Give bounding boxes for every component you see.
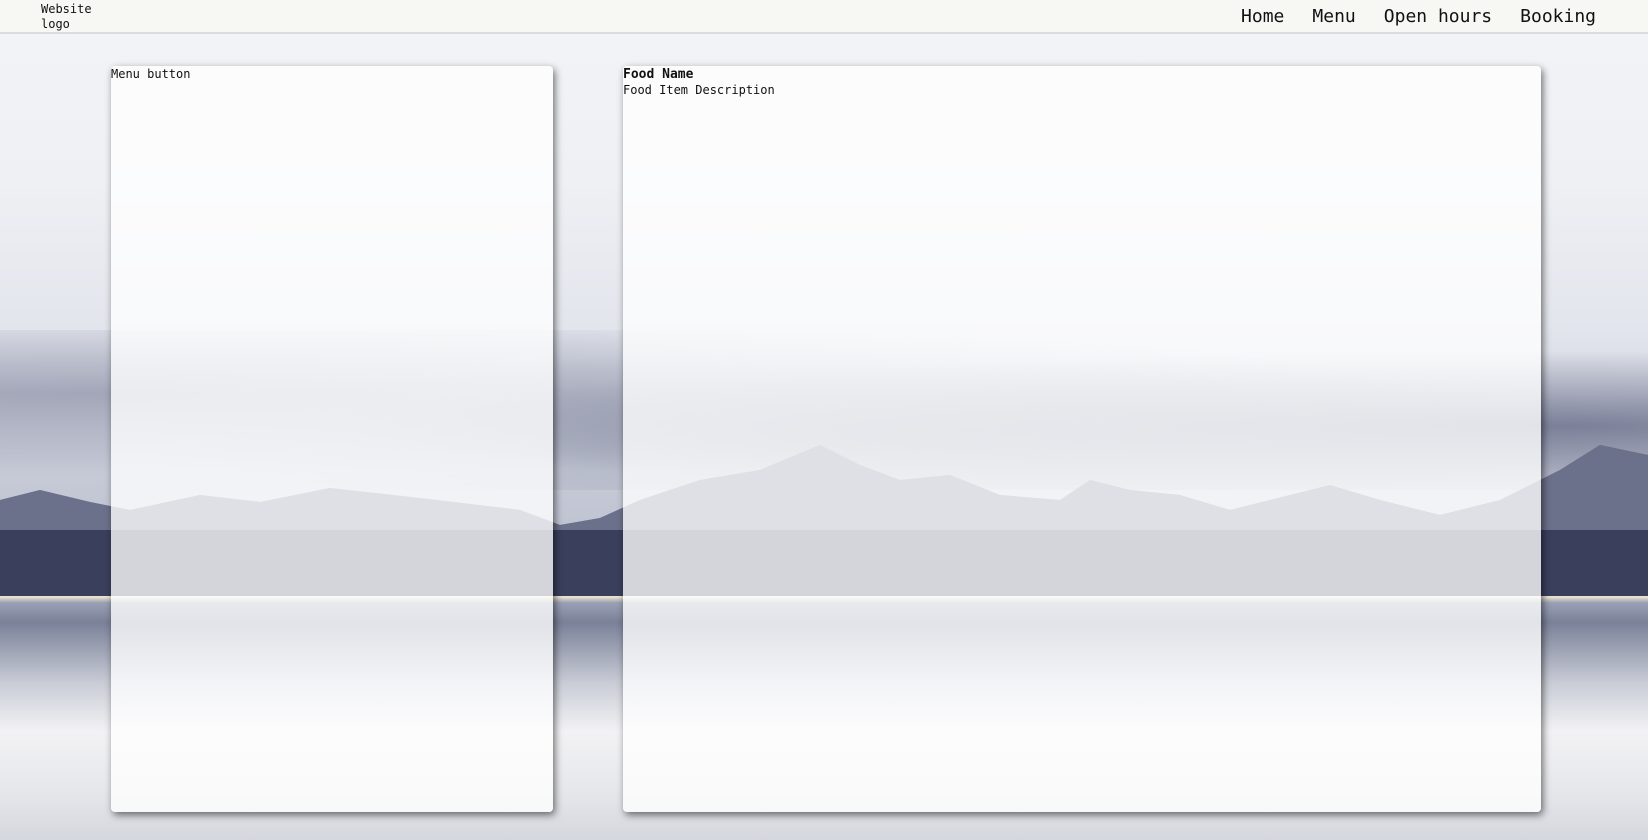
menu-button[interactable]: Menu button xyxy=(111,66,190,82)
nav-open-hours-link[interactable]: Open hours xyxy=(1384,6,1492,28)
food-description: Food Item Description xyxy=(623,83,775,97)
nav-booking-link[interactable]: Booking xyxy=(1520,6,1596,28)
main-nav: Home Menu Open hours Booking xyxy=(1241,6,1596,28)
top-header: Website logo Home Menu Open hours Bookin… xyxy=(0,0,1648,34)
food-items-panel: Food Name Food Item Description xyxy=(623,66,1541,812)
food-name: Food Name xyxy=(623,67,694,82)
nav-home-link[interactable]: Home xyxy=(1241,6,1284,28)
website-logo[interactable]: Website logo xyxy=(41,2,101,32)
nav-menu-link[interactable]: Menu xyxy=(1312,6,1355,28)
menu-categories-panel: Menu button xyxy=(111,66,553,812)
